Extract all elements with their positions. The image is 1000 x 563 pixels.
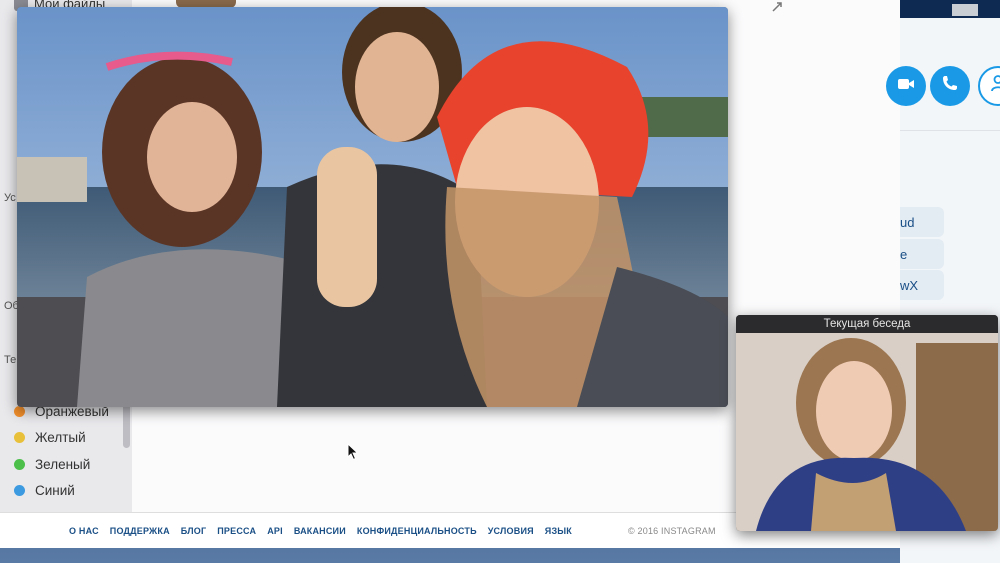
- footer-link-about[interactable]: О НАС: [69, 526, 99, 536]
- sidebar-section-label: Ус: [4, 192, 16, 204]
- tags-list: Оранжевый Желтый Зеленый Синий: [14, 398, 109, 504]
- chat-message[interactable]: ud: [900, 207, 944, 237]
- tag-label: Желтый: [35, 430, 86, 446]
- current-call-video-image: [736, 333, 998, 531]
- current-call-title: Текущая беседа: [736, 315, 998, 333]
- chat-message[interactable]: wX: [900, 270, 944, 300]
- footer-link-blog[interactable]: БЛОГ: [181, 526, 206, 536]
- footer-copyright: © 2016 INSTAGRAM: [628, 526, 716, 536]
- chat-message-text: e: [900, 246, 908, 262]
- tag-green[interactable]: Зеленый: [14, 451, 109, 478]
- chat-message[interactable]: e: [900, 239, 944, 269]
- video-frame-image: [17, 7, 728, 407]
- add-contact-button[interactable]: [978, 66, 1000, 106]
- mouse-cursor-icon: [347, 442, 359, 466]
- footer-link-terms[interactable]: УСЛОВИЯ: [488, 526, 534, 536]
- video-call-button[interactable]: [886, 66, 926, 106]
- skype-header: [900, 0, 1000, 18]
- divider: [900, 130, 1000, 131]
- footer-link-privacy[interactable]: КОНФИДЕНЦИАЛЬНОСТЬ: [357, 526, 477, 536]
- footer-link-api[interactable]: API: [267, 526, 283, 536]
- avatar[interactable]: [952, 4, 978, 16]
- footer-link-press[interactable]: ПРЕССА: [217, 526, 256, 536]
- footer-link-support[interactable]: ПОДДЕРЖКА: [110, 526, 170, 536]
- video-camera-icon: [897, 75, 915, 97]
- expand-icon[interactable]: [770, 0, 792, 16]
- footer-link-language[interactable]: ЯЗЫК: [545, 526, 572, 536]
- phone-icon: [941, 74, 959, 98]
- tag-label: Зеленый: [35, 456, 91, 472]
- footer-link-jobs[interactable]: ВАКАНСИИ: [294, 526, 346, 536]
- audio-call-button[interactable]: [930, 66, 970, 106]
- tag-yellow[interactable]: Желтый: [14, 425, 109, 452]
- sidebar-section-label: Те: [4, 354, 17, 366]
- yellow-tag-dot-icon: [14, 432, 25, 444]
- chat-message-text: ud: [900, 214, 915, 230]
- current-call-window[interactable]: Текущая беседа: [736, 315, 998, 531]
- tag-blue[interactable]: Синий: [14, 478, 109, 505]
- blue-tag-dot-icon: [14, 485, 25, 497]
- footer-links: О НАС ПОДДЕРЖКА БЛОГ ПРЕССА API ВАКАНСИИ…: [69, 526, 572, 536]
- tag-label: Синий: [35, 483, 75, 499]
- chat-message-text: wX: [900, 277, 919, 293]
- person-icon: [990, 74, 1000, 98]
- green-tag-dot-icon: [14, 458, 25, 470]
- orange-tag-dot-icon: [14, 405, 25, 417]
- main-video-feed[interactable]: [17, 7, 728, 407]
